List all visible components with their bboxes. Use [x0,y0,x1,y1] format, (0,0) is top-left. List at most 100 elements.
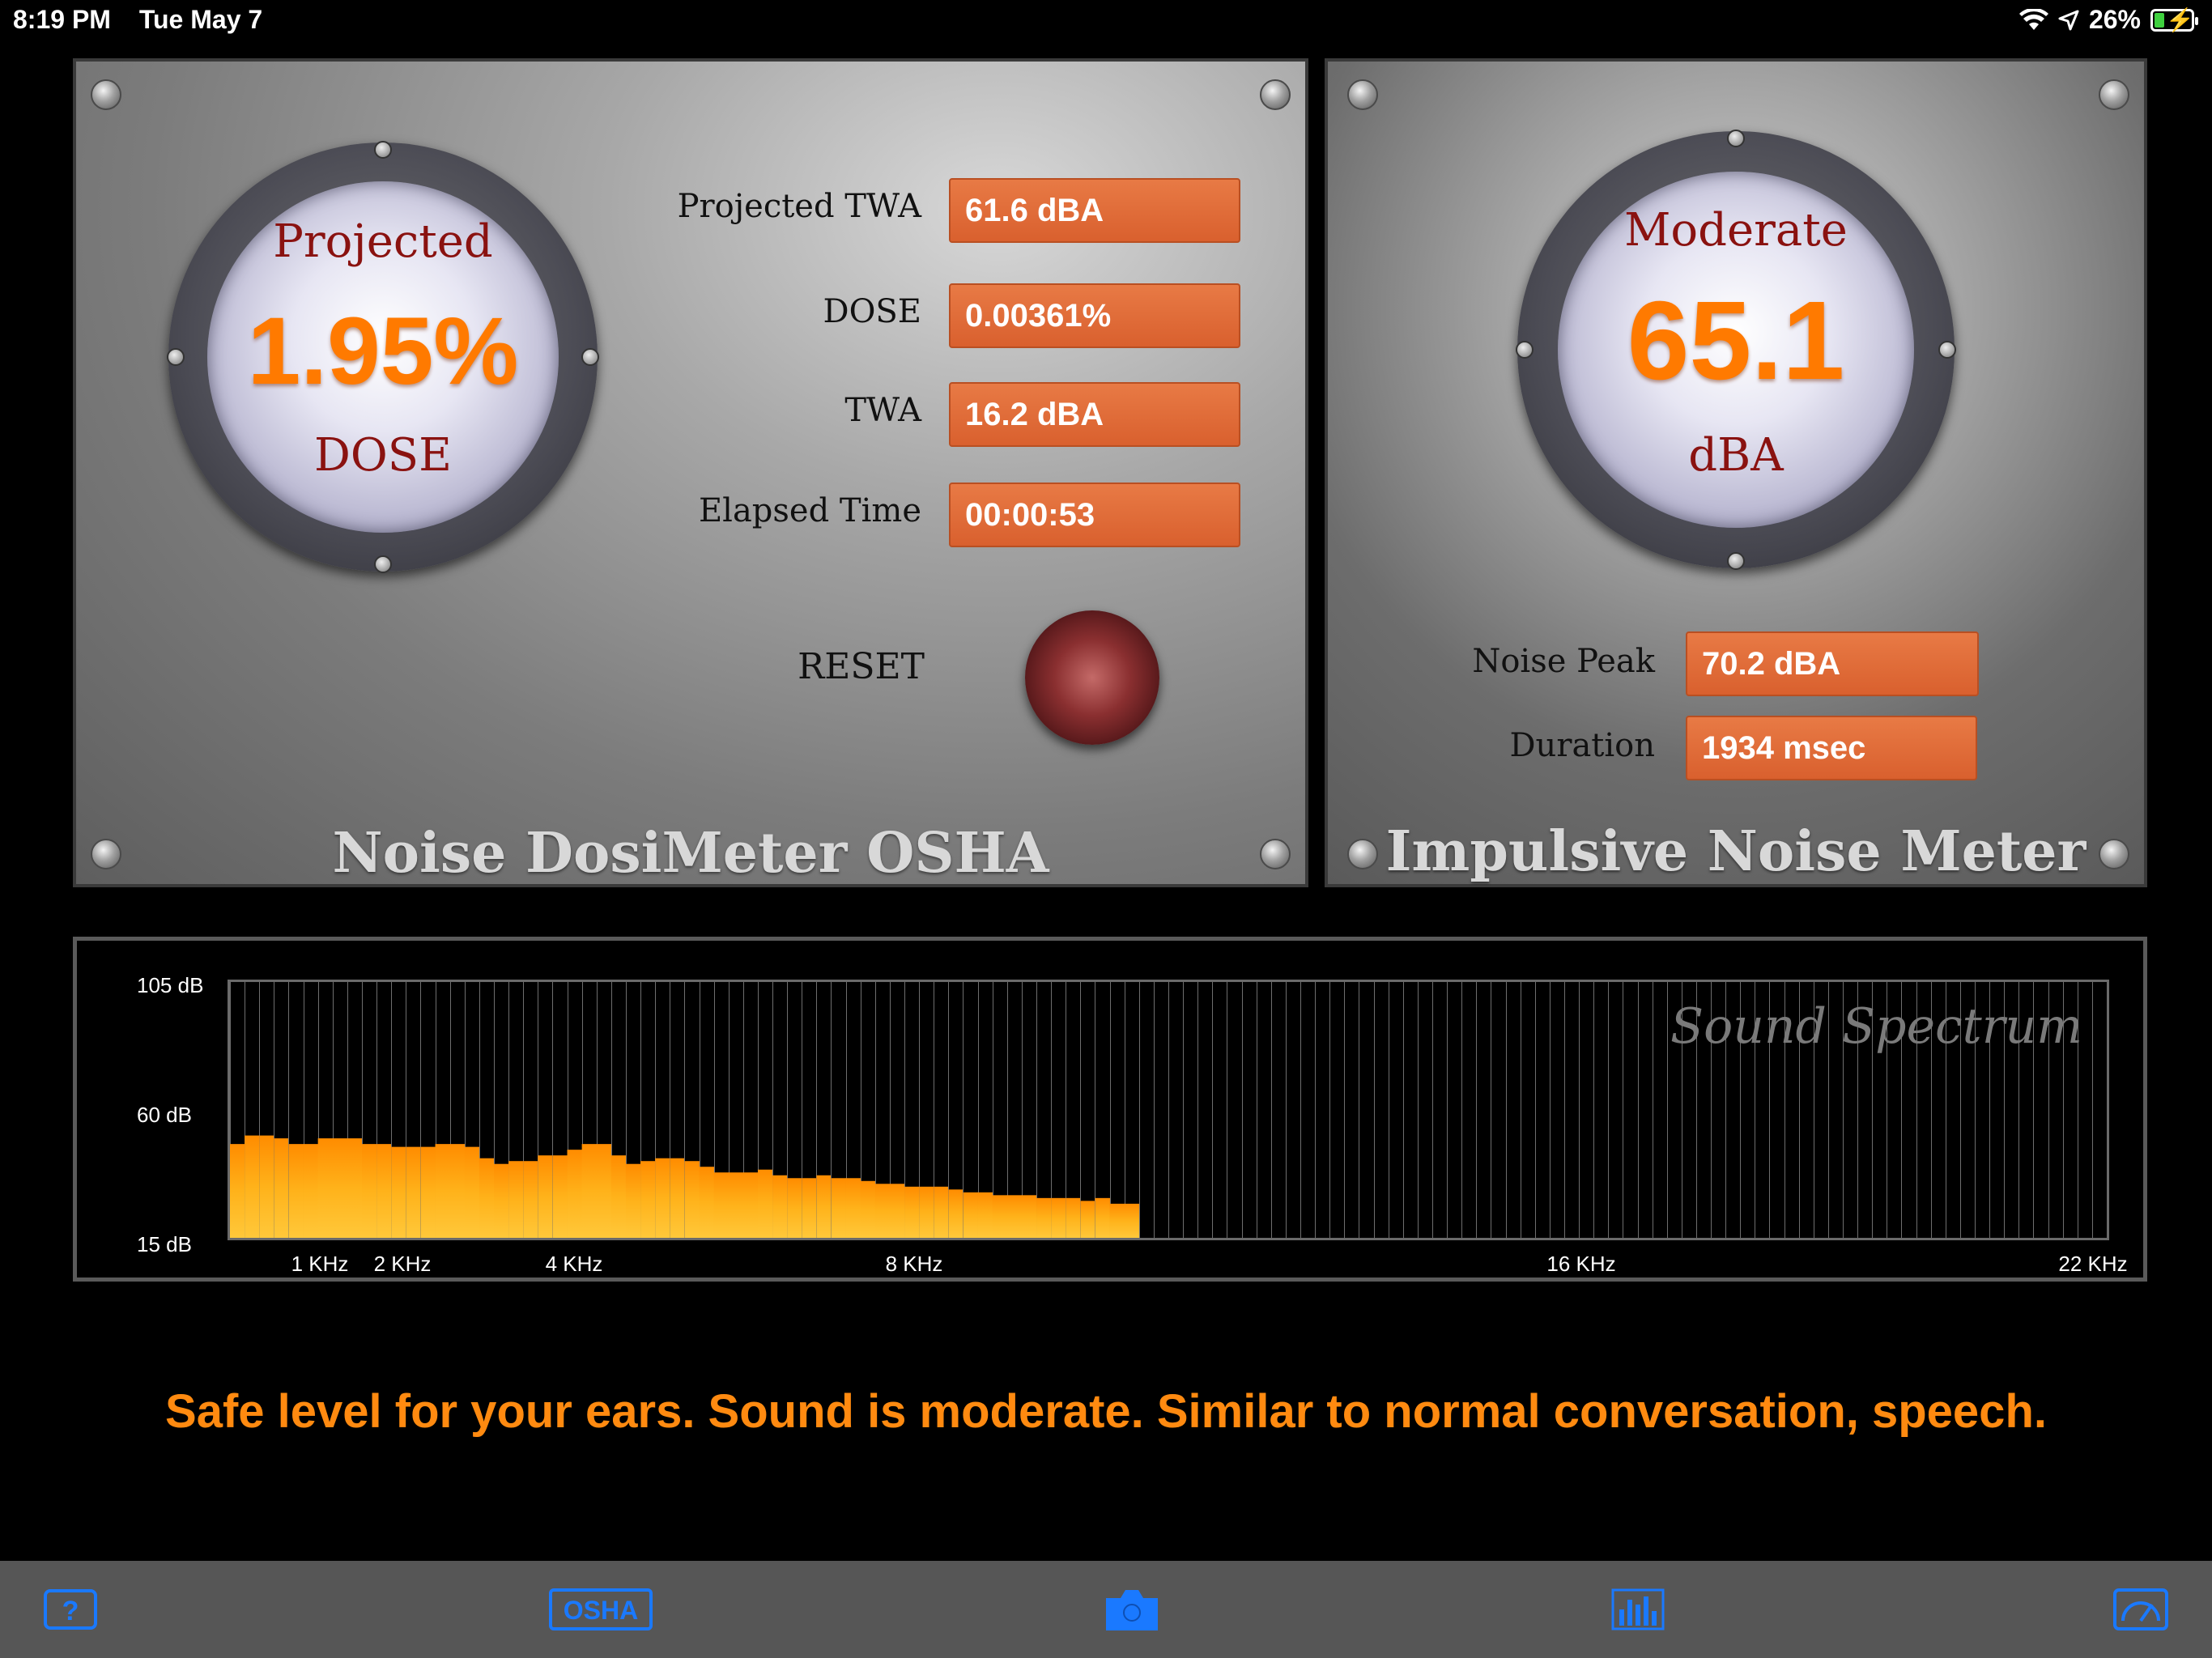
dose-label: DOSE [823,293,921,330]
spectrum-bar [259,1135,274,1238]
spectrum-bar [1124,1203,1140,1238]
spectrum-bar [1109,1203,1125,1238]
status-bar: 8:19 PM Tue May 7 26% ⚡ [0,0,2212,44]
level-gauge: Moderate 65.1 dBA [1516,130,1956,570]
level-gauge-value: 65.1 [1627,278,1845,403]
level-gauge-title: Moderate [1624,204,1848,257]
dose-gauge: Projected 1.95% DOSE [167,141,599,573]
sound-spectrum: 105 dB 60 dB 15 dB Sound Spectrum 1 KHz … [73,937,2147,1282]
spectrum-bar [567,1150,583,1238]
x-label-4khz: 4 KHz [545,1252,603,1276]
duration-label: Duration [1509,727,1655,764]
spectrum-bar [1036,1197,1052,1238]
dosimeter-panel: Projected 1.95% DOSE Projected TWA 61.6 … [73,58,1308,887]
x-label-22khz: 22 KHz [2058,1252,2128,1276]
spectrum-bar [919,1186,934,1238]
spectrum-bar [742,1172,759,1238]
spectrum-bar [464,1146,480,1238]
x-label-2khz: 2 KHz [373,1252,432,1276]
spectrum-bar [992,1195,1008,1238]
spectrum-bar [479,1158,495,1238]
spectrum-bar [904,1186,920,1238]
spectrum-bar [361,1144,377,1238]
spectrum-bar [934,1186,949,1238]
x-label-16khz: 16 KHz [1546,1252,1616,1276]
osha-icon: OSHA [549,1588,653,1630]
dose-gauge-value: 1.95% [247,298,519,405]
spectrum-bar [508,1161,524,1238]
spectrum-bar [1051,1197,1066,1238]
spectrum-bar [684,1161,700,1238]
spectrum-bar [699,1167,715,1238]
spectrum-bar [802,1178,817,1238]
status-date: Tue May 7 [138,5,263,34]
tab-meter[interactable] [2113,1585,2168,1634]
spectrum-bar [787,1178,802,1238]
meter-icon [2113,1588,2168,1630]
spectrum-bar [347,1138,363,1238]
spectrum-bar [552,1155,568,1238]
tab-spectrum[interactable] [1611,1585,1665,1634]
camera-icon [1106,1590,1158,1630]
reset-button[interactable] [1025,610,1159,745]
bar-chart-icon [1611,1588,1665,1630]
spectrum-bar [713,1172,730,1238]
battery-percent: 26% [2088,5,2141,34]
spectrum-bar [288,1144,304,1238]
screw-icon [91,79,121,110]
location-arrow-icon [2058,10,2079,30]
x-label-8khz: 8 KHz [885,1252,943,1276]
spectrum-bar [420,1146,436,1238]
spectrum-bar [274,1138,289,1238]
spectrum-bar [625,1163,641,1238]
dose-gauge-title: Projected [273,215,493,268]
screw-icon [1347,79,1378,110]
dose-gauge-unit: DOSE [313,429,453,482]
noise-peak-value: 70.2 dBA [1686,631,1979,696]
x-label-1khz: 1 KHz [291,1252,349,1276]
y-label-top: 105 dB [137,973,204,997]
spectrum-bar [977,1192,993,1238]
spectrum-bar [670,1158,685,1238]
y-label-bottom: 15 dB [137,1232,192,1256]
spectrum-bar [640,1161,656,1238]
impulsive-panel: Moderate 65.1 dBA Noise Peak 70.2 dBA Du… [1325,58,2147,887]
spectrum-bar [376,1144,392,1238]
elapsed-time-label: Elapsed Time [698,492,921,529]
spectrum-bar [303,1144,319,1238]
spectrum-bar [1066,1197,1081,1238]
screw-icon [2099,79,2129,110]
level-gauge-unit: dBA [1688,429,1784,482]
osha-label: OSHA [564,1596,638,1625]
status-time: 8:19 PM [13,5,111,34]
tab-camera[interactable] [1103,1585,1161,1634]
battery-icon: ⚡ [2150,7,2198,32]
spectrum-bar [816,1175,832,1238]
spectrum-bar [596,1144,612,1238]
tab-osha[interactable]: OSHA [549,1585,653,1634]
spectrum-bar [538,1155,553,1238]
help-label: ? [62,1596,79,1626]
spectrum-bar [728,1172,744,1238]
spectrum-plot: Sound Spectrum [228,980,2109,1240]
help-icon: ? [44,1589,97,1630]
spectrum-bar [406,1146,421,1238]
spectrum-bar [435,1144,451,1238]
spectrum-bar [831,1178,846,1238]
projected-twa-label: Projected TWA [677,188,921,225]
spectrum-bar [1021,1195,1037,1238]
spectrum-bar [874,1184,891,1238]
spectrum-bar [581,1144,598,1238]
spectrum-bar [245,1135,260,1238]
spectrum-bar [845,1178,861,1238]
y-label-mid: 60 dB [137,1103,192,1127]
spectrum-watermark: Sound Spectrum [1670,998,2082,1055]
spectrum-bar [772,1175,788,1238]
noise-peak-label: Noise Peak [1472,643,1655,680]
spectrum-bar [860,1180,876,1238]
spectrum-bar [1095,1197,1110,1238]
spectrum-bar [449,1144,466,1238]
tab-help[interactable]: ? [42,1585,99,1634]
spectrum-bar [1006,1195,1023,1238]
spectrum-bar [963,1192,978,1238]
